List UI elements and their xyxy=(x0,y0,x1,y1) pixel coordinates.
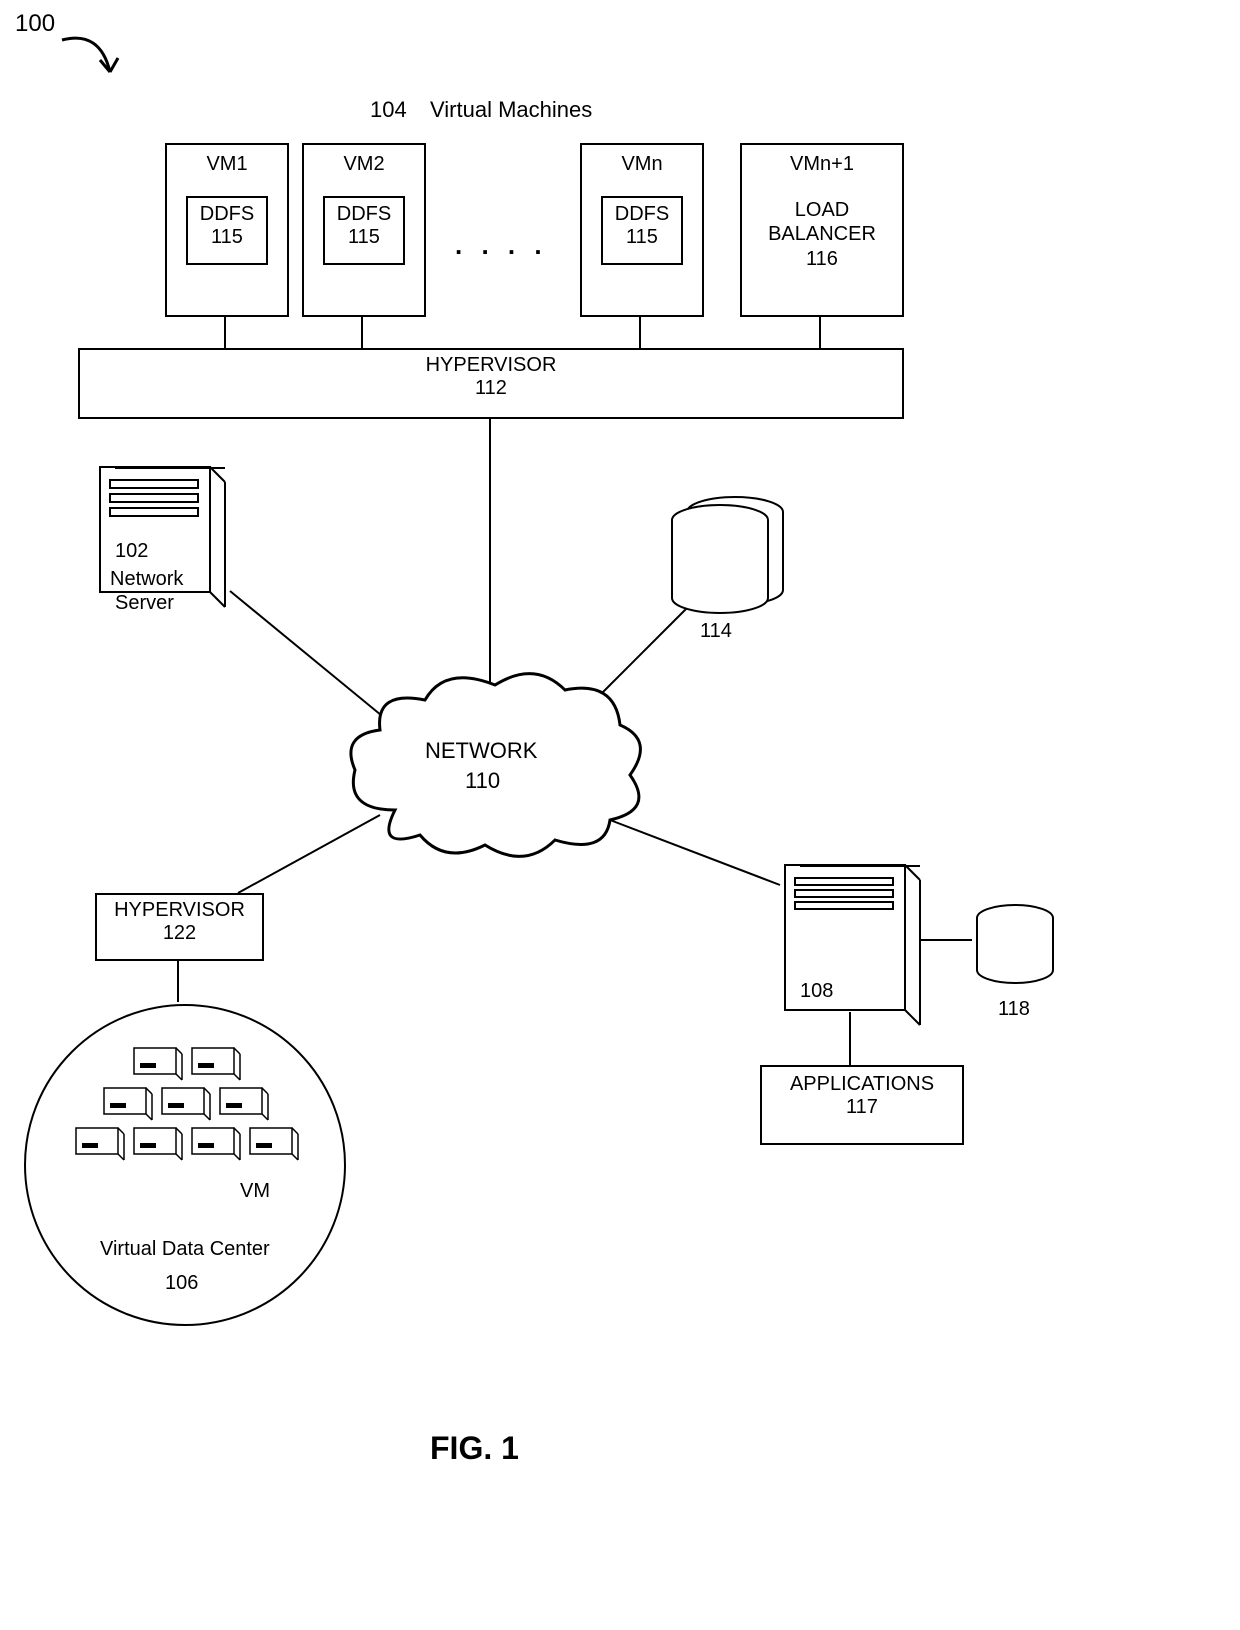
vmn-box: VMn DDFS 115 xyxy=(580,143,704,317)
vm2-title: VM2 xyxy=(304,153,424,176)
network-server-label2: Server xyxy=(115,592,174,615)
vmn-inner-num: 115 xyxy=(603,226,681,249)
diagram-number: 100 xyxy=(15,10,55,38)
hypervisor-top-box: HYPERVISOR 112 xyxy=(78,348,904,419)
applications-num: 117 xyxy=(762,1096,962,1119)
applications-box: APPLICATIONS 117 xyxy=(760,1065,964,1145)
db-num: 118 xyxy=(998,998,1030,1021)
vm2-box: VM2 DDFS 115 xyxy=(302,143,426,317)
vm1-title: VM1 xyxy=(167,153,287,176)
vmn1-title: VMn+1 xyxy=(742,153,902,176)
network-server-num: 102 xyxy=(115,540,148,563)
storage-icon xyxy=(660,490,800,630)
network-cloud-label: NETWORK xyxy=(425,738,537,764)
storage-num: 114 xyxy=(700,620,732,643)
vm-section-number: 104 xyxy=(370,97,407,123)
vm2-inner-box: DDFS 115 xyxy=(323,196,405,265)
vdc-vm-label: VM xyxy=(240,1180,270,1203)
vm-ellipsis: . . . . xyxy=(455,230,548,261)
vdc-title: Virtual Data Center xyxy=(100,1238,270,1261)
vm-section-title: Virtual Machines xyxy=(430,97,592,123)
network-cloud-num: 110 xyxy=(465,768,500,794)
hypervisor-top-label: HYPERVISOR xyxy=(80,354,902,377)
vmn1-box: VMn+1 LOAD BALANCER 116 xyxy=(740,143,904,317)
vm2-inner-num: 115 xyxy=(325,226,403,249)
vmn1-inner-num: 116 xyxy=(742,248,902,271)
hypervisor-left-box: HYPERVISOR 122 xyxy=(95,893,264,961)
network-server-label1: Network xyxy=(110,568,183,591)
vmn1-inner-label: LOAD BALANCER xyxy=(742,198,902,246)
server-right-icon xyxy=(780,860,940,1030)
vm1-inner-label: DDFS xyxy=(188,203,266,226)
server-right-num: 108 xyxy=(800,980,833,1003)
hypervisor-top-num: 112 xyxy=(80,377,902,400)
vmn-inner-label: DDFS xyxy=(603,203,681,226)
db-icon xyxy=(970,900,1070,1000)
vm1-box: VM1 DDFS 115 xyxy=(165,143,289,317)
vm1-inner-num: 115 xyxy=(188,226,266,249)
applications-label: APPLICATIONS xyxy=(762,1073,962,1096)
hypervisor-left-num: 122 xyxy=(97,922,262,945)
figure-caption: FIG. 1 xyxy=(430,1430,519,1467)
hypervisor-left-label: HYPERVISOR xyxy=(97,899,262,922)
vm1-inner-box: DDFS 115 xyxy=(186,196,268,265)
vdc-num: 106 xyxy=(165,1272,198,1295)
vmn-inner-box: DDFS 115 xyxy=(601,196,683,265)
vmn-title: VMn xyxy=(582,153,702,176)
vm2-inner-label: DDFS xyxy=(325,203,403,226)
